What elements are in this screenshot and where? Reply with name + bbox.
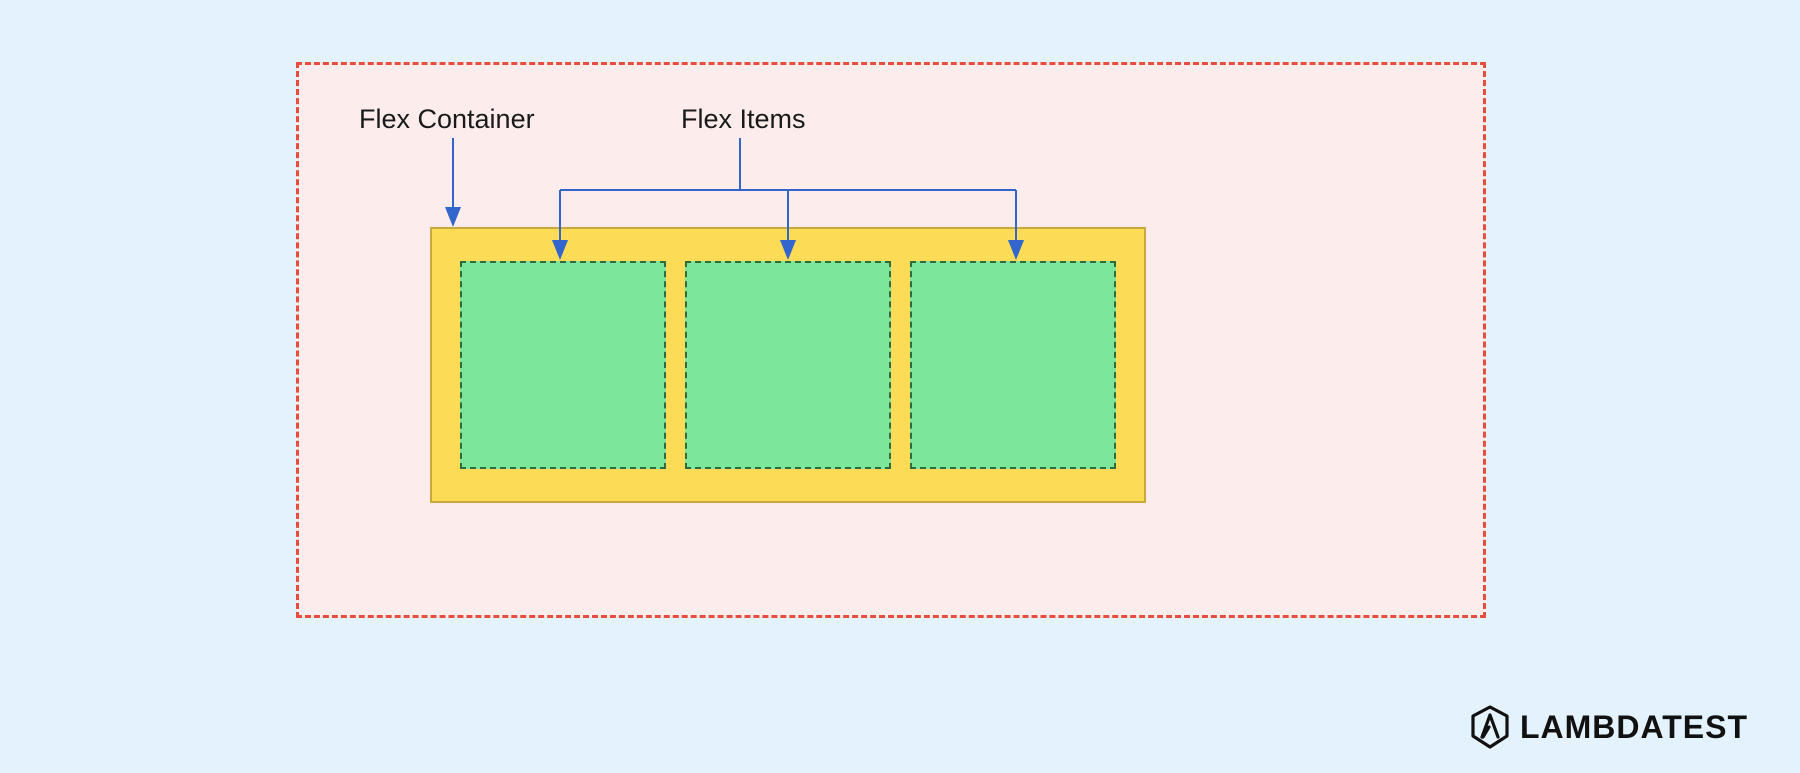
flex-container-box [430,227,1146,503]
brand-name: LAMBDATEST [1520,709,1748,746]
label-flex-items: Flex Items [681,104,806,135]
lambda-cube-icon [1470,705,1510,749]
flex-item [685,261,891,469]
flex-item [910,261,1116,469]
label-flex-container: Flex Container [359,104,535,135]
flex-item [460,261,666,469]
diagram-canvas: Flex Container Flex Items LAMBDATEST [0,0,1800,773]
brand-logo: LAMBDATEST [1470,705,1748,749]
